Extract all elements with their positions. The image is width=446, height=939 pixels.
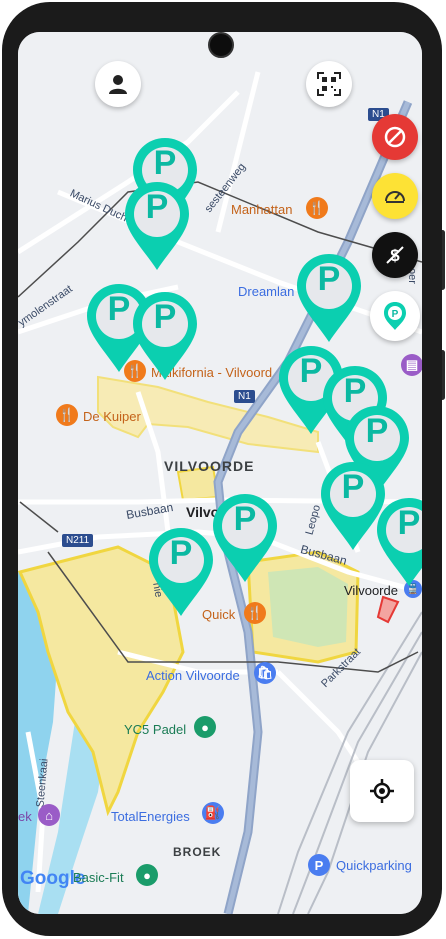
pin-letter: P (365, 412, 389, 450)
fuel-icon[interactable]: ⛽ (202, 802, 224, 824)
park-area (268, 567, 348, 647)
no-entry-icon (384, 126, 406, 148)
qr-scan-icon (317, 72, 341, 96)
landmark-icon[interactable]: ▤ (401, 354, 422, 376)
speed-zone-button[interactable] (372, 173, 418, 219)
poi-label-quickparking[interactable]: Quickparking (336, 858, 412, 873)
svg-text:P: P (392, 309, 399, 320)
no-money-icon: $ (386, 246, 404, 265)
parking-pin-icon: P (384, 302, 406, 330)
map-screen[interactable]: Marius Duchéstraat sesteenweg ymolenstra… (18, 32, 422, 914)
pin-letter: P (153, 144, 177, 182)
locate-me-button[interactable] (350, 760, 414, 822)
parking-pin[interactable]: P (374, 496, 422, 588)
pin-letter: P (153, 298, 177, 336)
poi-label-manhattan[interactable]: Manhattan (231, 202, 292, 217)
road-shield-n211: N211 (62, 534, 94, 547)
restaurant-icon[interactable]: 🍴 (244, 602, 266, 624)
restaurant-icon[interactable]: 🍴 (306, 197, 328, 219)
poi-label-totalenergies[interactable]: TotalEnergies (111, 809, 190, 824)
poi-label-yc5[interactable]: YC5 Padel (124, 722, 186, 737)
pin-letter: P (145, 188, 169, 226)
poi-label-action[interactable]: Action Vilvoorde (146, 668, 240, 683)
speedometer-icon (385, 191, 405, 203)
district-label: BROEK (173, 845, 222, 859)
poi-label-dreamland[interactable]: Dreamlan (238, 284, 294, 299)
phone-frame: Marius Duchéstraat sesteenweg ymolenstra… (0, 0, 446, 939)
no-paid-parking-button[interactable]: $ (372, 232, 418, 278)
shopping-icon[interactable]: 🛍 (254, 662, 276, 684)
poi-label-de-kuiper[interactable]: De Kuiper (83, 409, 141, 424)
landmark-icon[interactable]: ⌂ (38, 804, 60, 826)
no-parking-button[interactable] (372, 114, 418, 160)
pin-letter: P (233, 500, 257, 538)
pin-letter: P (317, 260, 341, 298)
sports-icon[interactable]: ● (194, 716, 216, 738)
parking-pins-button[interactable]: P (370, 291, 420, 341)
pin-letter: P (397, 504, 421, 542)
road-shield-n1: N1 (234, 390, 255, 403)
poi-label-basicfit[interactable]: Basic-Fit (73, 870, 124, 885)
front-camera (208, 32, 234, 58)
city-label: VILVOORDE (164, 458, 255, 474)
parking-pin[interactable]: P (210, 492, 280, 584)
pin-letter: P (169, 534, 193, 572)
crosshair-icon (370, 779, 394, 803)
parking-pin[interactable]: P (146, 526, 216, 618)
parking-poi-icon[interactable]: P (308, 854, 330, 876)
poi-label-ek[interactable]: ek (18, 809, 32, 824)
parking-pin[interactable]: P (294, 252, 364, 344)
scan-qr-button[interactable] (306, 61, 352, 107)
restaurant-icon[interactable]: 🍴 (56, 404, 78, 426)
profile-button[interactable] (95, 61, 141, 107)
gym-icon[interactable]: ● (136, 864, 158, 886)
parking-pin[interactable]: P (122, 180, 192, 272)
person-icon (109, 75, 127, 94)
parking-pin[interactable]: P (130, 290, 200, 382)
